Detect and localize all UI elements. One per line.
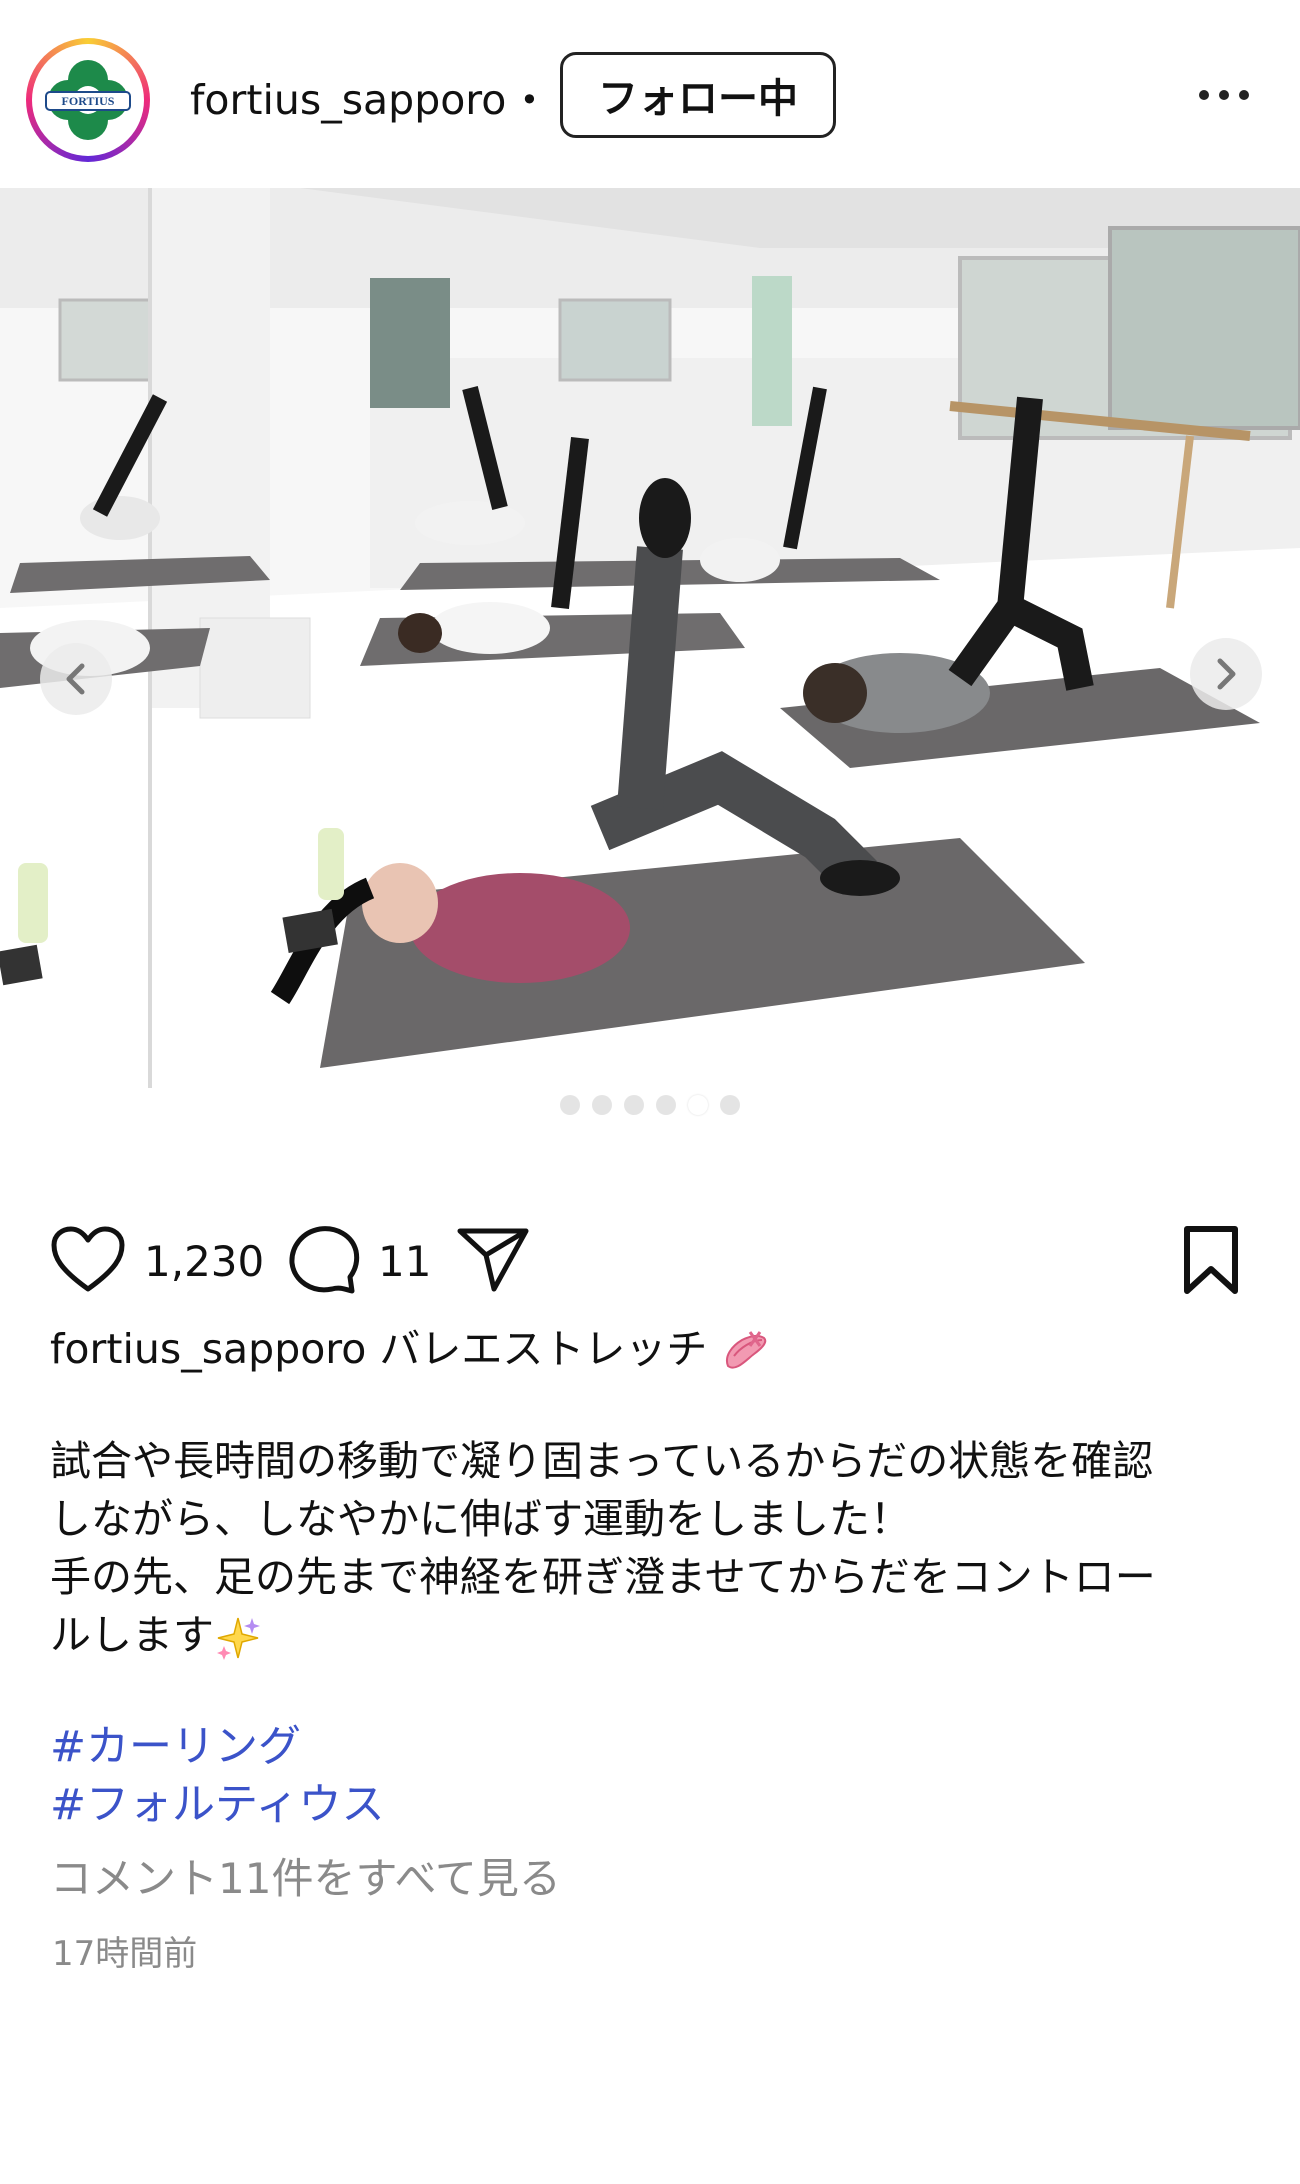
carousel-next-button[interactable]: [1190, 638, 1262, 710]
sparkles-emoji-icon: [217, 1617, 260, 1660]
caption-username[interactable]: fortius_sapporo: [50, 1325, 366, 1373]
studio-stretching-photo: [0, 188, 1300, 1164]
post-header: FORTIUS fortius_sapporo • フォロー中: [0, 0, 1300, 190]
bookmark-icon[interactable]: [1182, 1225, 1240, 1295]
caption-title: バレエストレッチ: [379, 1325, 708, 1373]
like-count[interactable]: 1,230: [144, 1237, 264, 1286]
carousel-dot: [624, 1095, 644, 1115]
hashtag-link[interactable]: #フォルティウス: [50, 1776, 384, 1834]
fortius-logo-icon: FORTIUS: [45, 60, 131, 140]
username[interactable]: fortius_sapporo: [190, 72, 506, 128]
caption-body-line: 手の先、足の先まで神経を研ぎ澄ませてからだをコントロー: [50, 1553, 1156, 1601]
caption-body-line: 試合や長時間の移動で凝り固まっているからだの状態を確認: [50, 1437, 1154, 1485]
ballet-shoes-emoji-icon: [726, 1331, 767, 1369]
carousel-dot: [560, 1095, 580, 1115]
caption-body-line-text: ルします: [50, 1611, 214, 1659]
separator-dot: •: [520, 81, 539, 119]
post-timestamp: 17時間前: [52, 1934, 198, 1974]
carousel-prev-button[interactable]: [40, 643, 112, 715]
post-image[interactable]: [0, 188, 1300, 1164]
share-send-icon[interactable]: [456, 1225, 530, 1295]
caption-body-line: しながら、しなやかに伸ばす運動をしました！: [50, 1495, 911, 1543]
carousel-dots: [560, 1095, 740, 1117]
hashtag-link[interactable]: #カーリング: [50, 1718, 301, 1776]
caption-body-line-last: ルします: [50, 1606, 1270, 1664]
chevron-left-icon: [66, 663, 85, 695]
like-heart-icon[interactable]: [50, 1225, 126, 1295]
comment-icon[interactable]: [288, 1225, 360, 1295]
caption-body: 試合や長時間の移動で凝り固まっているからだの状態を確認 しながら、しなやかに伸ばす…: [50, 1432, 1270, 1664]
following-button[interactable]: フォロー中: [560, 52, 836, 138]
action-bar: 1,230 11: [0, 1205, 1300, 1315]
carousel-dot-active: [688, 1095, 708, 1115]
carousel-dot: [656, 1095, 676, 1115]
carousel-dot: [720, 1095, 740, 1115]
avatar-logo-text: FORTIUS: [62, 94, 115, 108]
comment-count[interactable]: 11: [378, 1237, 431, 1286]
view-all-comments-link[interactable]: コメント11件をすべて見る: [50, 1845, 561, 1906]
carousel-dot: [592, 1095, 612, 1115]
avatar[interactable]: FORTIUS: [26, 38, 150, 162]
more-options-icon[interactable]: [1196, 80, 1252, 110]
caption-line: fortius_sapporo バレエストレッチ: [50, 1320, 1260, 1378]
chevron-right-icon: [1217, 658, 1236, 690]
